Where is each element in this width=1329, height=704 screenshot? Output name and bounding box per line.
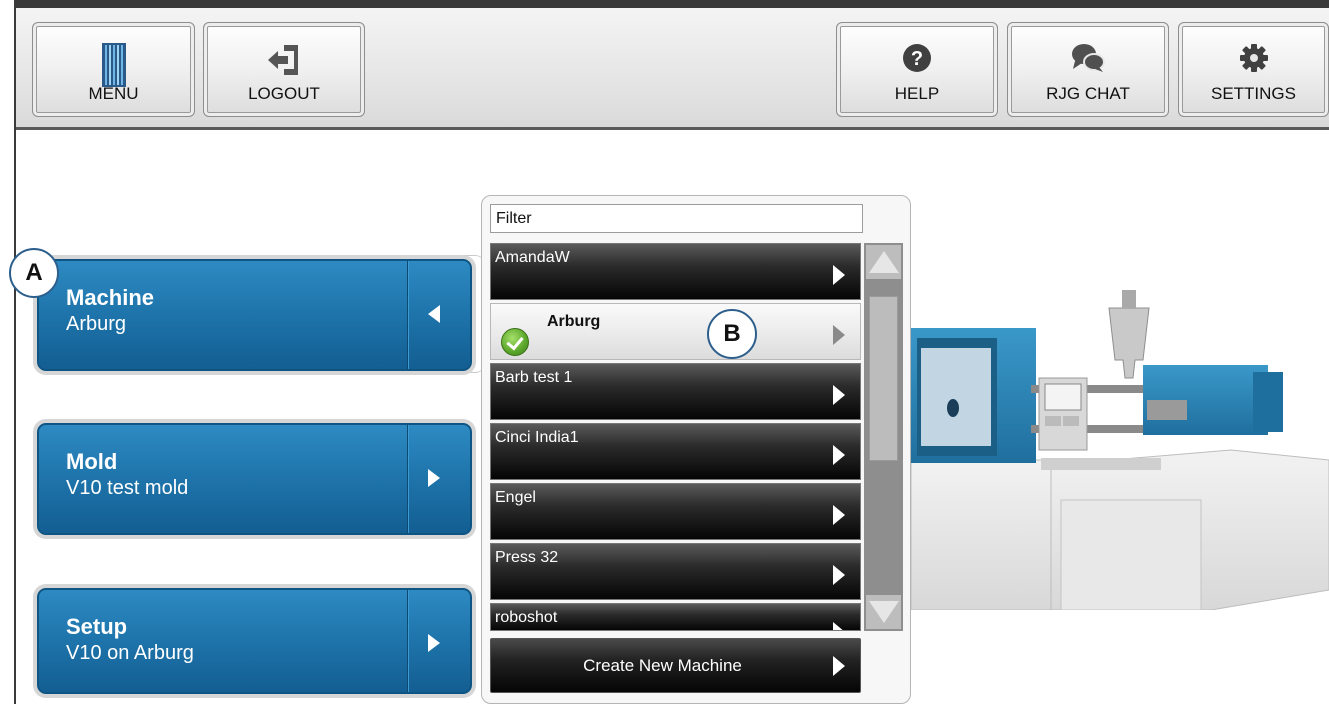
list-item-label: Cinci India1 bbox=[495, 429, 579, 446]
settings-label: SETTINGS bbox=[1210, 84, 1296, 103]
panel-divider bbox=[407, 425, 408, 533]
chevron-right-icon bbox=[833, 385, 845, 405]
create-new-machine-button[interactable]: Create New Machine bbox=[490, 638, 861, 693]
list-item-label: roboshot bbox=[495, 609, 558, 626]
list-item-label: Barb test 1 bbox=[495, 369, 573, 386]
collapse-left-arrow-icon[interactable] bbox=[428, 305, 440, 323]
checkmark-icon bbox=[501, 328, 529, 356]
mold-value: V10 test mold bbox=[66, 477, 189, 499]
list-item-roboshot[interactable]: roboshot bbox=[490, 603, 861, 631]
settings-button[interactable]: SETTINGS bbox=[1178, 22, 1329, 117]
expand-right-arrow-icon[interactable] bbox=[428, 469, 440, 487]
injection-molding-machine-image bbox=[911, 290, 1329, 704]
help-label: HELP bbox=[894, 84, 940, 103]
list-item-barb-test-1[interactable]: Barb test 1 bbox=[490, 363, 861, 420]
mold-title: Mold bbox=[66, 449, 118, 474]
list-item-press-32[interactable]: Press 32 bbox=[490, 543, 861, 600]
help-icon: ? bbox=[902, 43, 932, 78]
rjg-chat-button[interactable]: RJG CHAT bbox=[1007, 22, 1169, 117]
list-item-label: AmandaW bbox=[495, 249, 570, 266]
setup-value: V10 on Arburg bbox=[66, 642, 194, 664]
setup-title: Setup bbox=[66, 614, 128, 639]
list-item-engel[interactable]: Engel bbox=[490, 483, 861, 540]
filter-input[interactable]: Filter bbox=[490, 204, 863, 233]
chevron-right-icon bbox=[833, 445, 845, 465]
machine-value: Arburg bbox=[66, 313, 127, 335]
expand-right-arrow-icon[interactable] bbox=[428, 634, 440, 652]
gear-icon bbox=[1239, 43, 1269, 78]
logout-icon bbox=[264, 43, 304, 82]
list-item-arburg[interactable]: Arburg bbox=[490, 303, 861, 360]
panel-divider bbox=[407, 261, 408, 369]
mold-selector-panel[interactable]: Mold V10 test mold bbox=[37, 423, 472, 535]
list-item-label: Press 32 bbox=[495, 549, 559, 566]
chat-icon bbox=[1071, 43, 1105, 78]
menu-label: MENU bbox=[88, 84, 139, 103]
list-item-cinci-india1[interactable]: Cinci India1 bbox=[490, 423, 861, 480]
menu-button[interactable]: MENU bbox=[32, 22, 195, 117]
svg-text:?: ? bbox=[911, 48, 923, 70]
machine-title: Machine bbox=[66, 285, 155, 310]
rjg-chat-label: RJG CHAT bbox=[1046, 84, 1130, 103]
machine-selector-panel[interactable]: Machine Arburg bbox=[37, 259, 472, 371]
help-button[interactable]: ? HELP bbox=[836, 22, 998, 117]
setup-selector-panel[interactable]: Setup V10 on Arburg bbox=[37, 588, 472, 694]
list-item-label: Arburg bbox=[547, 313, 601, 330]
scroll-down-arrow-icon[interactable] bbox=[866, 595, 901, 629]
logout-label: LOGOUT bbox=[248, 84, 320, 103]
chevron-right-icon bbox=[833, 656, 845, 676]
chevron-right-icon bbox=[833, 622, 845, 630]
list-item-amandaw[interactable]: AmandaW bbox=[490, 243, 861, 300]
chevron-right-icon bbox=[833, 565, 845, 585]
annotation-badge-a: A bbox=[9, 248, 59, 298]
chevron-right-icon bbox=[833, 325, 845, 345]
chevron-right-icon bbox=[833, 505, 845, 525]
create-new-machine-label: Create New Machine bbox=[583, 656, 742, 675]
logout-button[interactable]: LOGOUT bbox=[203, 22, 365, 117]
scrollbar-thumb[interactable] bbox=[869, 296, 898, 461]
list-item-label: Engel bbox=[495, 489, 536, 506]
scroll-up-arrow-icon[interactable] bbox=[866, 245, 901, 279]
list-scrollbar[interactable] bbox=[864, 243, 903, 631]
machine-dropdown-list: Filter AmandaW Arburg Barb test 1 Cinci … bbox=[481, 195, 911, 704]
annotation-badge-b: B bbox=[707, 309, 757, 359]
chevron-right-icon bbox=[833, 265, 845, 285]
page-left-border bbox=[14, 0, 16, 704]
panel-divider bbox=[407, 590, 408, 692]
